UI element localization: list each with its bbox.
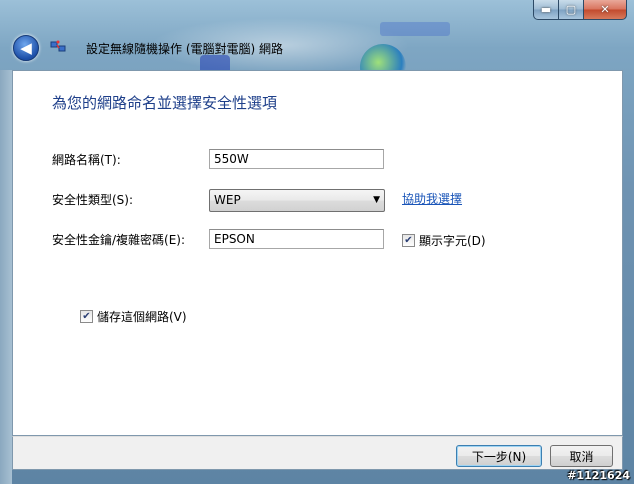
page-heading: 為您的網路命名並選擇安全性選項	[52, 94, 278, 112]
close-button[interactable]: ✕	[584, 0, 627, 20]
security-key-input[interactable]: EPSON	[209, 229, 384, 249]
security-type-select[interactable]: WEP ▼	[209, 189, 385, 212]
security-key-label: 安全性金鑰/複雜密碼(E):	[52, 233, 186, 247]
dialog-content: 為您的網路命名並選擇安全性選項 網路名稱(T): 550W 安全性類型(S): …	[12, 70, 623, 436]
window-title: 設定無線隨機操作 (電腦對電腦) 網路	[86, 42, 283, 56]
save-network-label: 儲存這個網路(V)	[97, 310, 187, 324]
cancel-button[interactable]: 取消	[550, 445, 613, 467]
checkbox-checked-icon: ✔	[402, 234, 415, 247]
watermark: #1121624	[567, 469, 630, 482]
help-me-choose-link[interactable]: 協助我選擇	[402, 190, 462, 207]
next-button[interactable]: 下一步(N)	[456, 445, 542, 467]
checkbox-checked-icon: ✔	[80, 310, 93, 323]
minimize-button[interactable]: ▬	[533, 0, 559, 20]
security-type-label: 安全性類型(S):	[52, 193, 134, 207]
save-network-checkbox[interactable]: ✔ 儲存這個網路(V)	[80, 308, 187, 325]
back-arrow-icon: ◀	[20, 39, 32, 57]
window-controls: ▬ ▢ ✕	[533, 0, 627, 20]
network-adhoc-icon	[50, 39, 66, 55]
show-characters-checkbox[interactable]: ✔ 顯示字元(D)	[402, 232, 486, 249]
back-button[interactable]: ◀	[13, 35, 39, 61]
background-shape	[380, 22, 450, 36]
network-name-input[interactable]: 550W	[209, 149, 384, 169]
maximize-button[interactable]: ▢	[559, 0, 584, 20]
close-icon: ✕	[600, 3, 610, 16]
dialog-footer: 下一步(N) 取消	[12, 436, 623, 470]
minimize-icon: ▬	[540, 3, 552, 16]
chevron-down-icon: ▼	[373, 195, 380, 205]
network-name-label: 網路名稱(T):	[52, 153, 121, 167]
security-type-value: WEP	[214, 193, 241, 207]
show-characters-label: 顯示字元(D)	[419, 234, 486, 248]
background-window-edge	[0, 70, 12, 484]
maximize-icon: ▢	[565, 3, 577, 16]
